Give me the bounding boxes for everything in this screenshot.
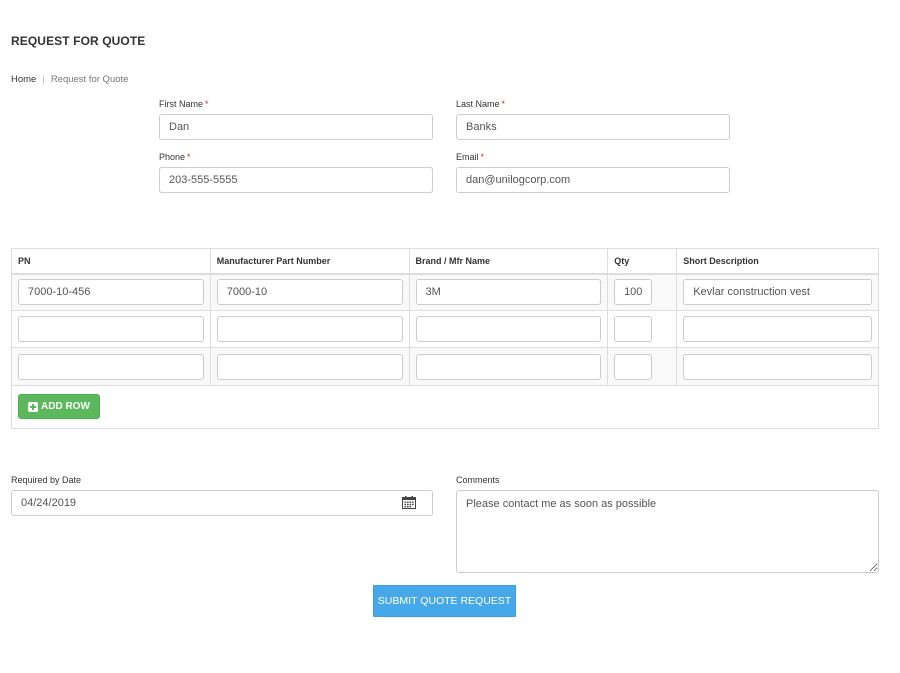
- required-mark: *: [187, 152, 191, 162]
- column-header-qty: Qty: [607, 248, 678, 275]
- required-mark: *: [480, 152, 485, 162]
- calendar-icon[interactable]: [402, 496, 416, 509]
- first-name-label: First Name *: [159, 99, 209, 109]
- table-header-row: PN Manufacturer Part Number Brand / Mfr …: [11, 248, 879, 275]
- qty-input[interactable]: [614, 316, 653, 343]
- phone-label: Phone *: [159, 152, 191, 162]
- pn-input[interactable]: [18, 353, 204, 380]
- short-description-input[interactable]: [683, 353, 872, 380]
- short-description-input[interactable]: [683, 316, 872, 343]
- mfr-part-number-input[interactable]: [216, 316, 403, 343]
- parts-table: PN Manufacturer Part Number Brand / Mfr …: [11, 248, 879, 430]
- required-by-date-field: [11, 490, 433, 516]
- breadcrumb-separator: |: [42, 74, 45, 85]
- required-mark: *: [501, 99, 506, 109]
- table-row: [11, 272, 879, 312]
- email-label: Email *: [456, 152, 485, 162]
- add-row-label: ADD ROW: [41, 401, 90, 413]
- mfr-part-number-input[interactable]: [216, 279, 403, 306]
- add-row-button[interactable]: ADD ROW: [18, 394, 100, 420]
- last-name-input[interactable]: [456, 114, 730, 140]
- short-description-input[interactable]: [683, 279, 872, 306]
- pn-input[interactable]: [18, 316, 204, 343]
- qty-input[interactable]: [614, 279, 653, 306]
- breadcrumb-home-link[interactable]: Home: [11, 74, 36, 85]
- column-header-mfr-part-number: Manufacturer Part Number: [209, 248, 410, 275]
- add-row-row: ADD ROW: [11, 384, 879, 430]
- email-input[interactable]: [456, 167, 730, 193]
- page-title: REQUEST FOR QUOTE: [11, 34, 146, 48]
- brand-input[interactable]: [415, 353, 602, 380]
- column-header-pn: PN: [11, 248, 211, 275]
- column-header-brand: Brand / Mfr Name: [408, 248, 609, 275]
- required-by-date-label: Required by Date: [11, 475, 82, 485]
- mfr-part-number-input[interactable]: [216, 353, 403, 380]
- phone-input[interactable]: [159, 167, 433, 193]
- breadcrumb: Home | Request for Quote: [11, 74, 128, 85]
- brand-input[interactable]: [415, 279, 602, 306]
- column-header-short-description: Short Description: [676, 248, 879, 275]
- breadcrumb-current: Request for Quote: [50, 74, 129, 85]
- qty-input[interactable]: [614, 353, 653, 380]
- last-name-label: Last Name *: [456, 99, 506, 109]
- submit-quote-request-button[interactable]: SUBMIT QUOTE REQUEST: [373, 585, 516, 617]
- first-name-input[interactable]: [159, 114, 433, 140]
- plus-square-icon: [28, 401, 38, 412]
- comments-label: Comments: [456, 475, 500, 485]
- pn-input[interactable]: [18, 279, 204, 306]
- comments-textarea[interactable]: Please contact me as soon as possible: [456, 490, 879, 573]
- table-row: [11, 310, 879, 349]
- table-row: [11, 347, 879, 386]
- brand-input[interactable]: [415, 316, 602, 343]
- required-by-date-input[interactable]: [11, 490, 433, 516]
- required-mark: *: [205, 99, 209, 109]
